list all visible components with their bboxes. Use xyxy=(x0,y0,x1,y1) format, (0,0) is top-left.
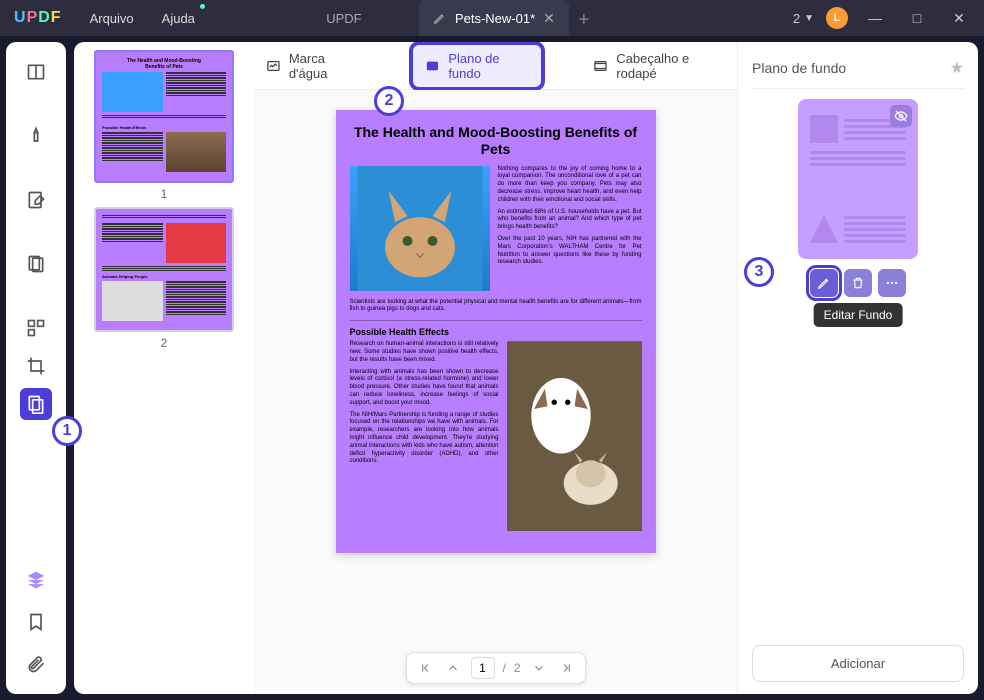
eye-off-icon xyxy=(894,109,908,123)
window-minimize[interactable]: — xyxy=(860,10,890,26)
sidebar-edit[interactable] xyxy=(20,184,52,216)
titlebar: UPDF Arquivo Ajuda UPDF Pets-New-01* ✕ ＋… xyxy=(0,0,984,36)
sidebar-form[interactable] xyxy=(20,312,52,344)
edit-tooltip: Editar Fundo xyxy=(814,303,903,327)
background-panel: Plano de fundo ★ xyxy=(738,42,978,694)
sidebar-attachment[interactable] xyxy=(20,648,52,680)
background-button[interactable]: Plano de fundo xyxy=(413,45,541,87)
doc-title: The Health and Mood-Boosting Benefits of… xyxy=(350,124,642,158)
page-view: The Health and Mood-Boosting Benefits of… xyxy=(336,110,656,553)
tab-document[interactable]: Pets-New-01* ✕ xyxy=(419,0,569,36)
watermark-icon xyxy=(266,58,281,74)
background-icon xyxy=(425,58,440,74)
sidebar-page-tools[interactable] xyxy=(20,388,52,420)
thumbnail-label: 1 xyxy=(161,187,168,201)
sidebar-layers[interactable] xyxy=(20,564,52,596)
pencil-icon xyxy=(817,276,831,290)
user-count[interactable]: 2 ▼ xyxy=(793,11,814,26)
delete-background-button[interactable] xyxy=(844,269,872,297)
more-icon xyxy=(885,276,899,290)
page-total: 2 xyxy=(514,661,521,675)
thumbnail-panel: The Health and Mood-BoostingBenefits of … xyxy=(74,42,254,694)
panel-title: Plano de fundo xyxy=(752,60,846,76)
edit-background-button[interactable] xyxy=(810,269,838,297)
prev-page-button[interactable] xyxy=(442,658,462,678)
next-page-button[interactable] xyxy=(529,658,549,678)
pencil-icon xyxy=(433,11,447,25)
page-navigator: / 2 xyxy=(405,652,585,684)
header-footer-button[interactable]: Cabeçalho e rodapé xyxy=(581,45,737,87)
menu-help[interactable]: Ajuda xyxy=(148,0,209,36)
thumbnail-page-2[interactable]: Animals Helping People 2 xyxy=(82,207,246,350)
doc-heading: Possible Health Effects xyxy=(350,327,642,337)
window-close[interactable]: ✕ xyxy=(944,10,974,27)
page-toolbar: Marca d'água Plano de fundo Cabeçalho e … xyxy=(254,42,737,90)
header-footer-icon xyxy=(593,58,608,74)
watermark-button[interactable]: Marca d'água xyxy=(254,45,373,87)
sidebar-crop[interactable] xyxy=(20,350,52,382)
sidebar-reader[interactable] xyxy=(20,56,52,88)
document-canvas[interactable]: The Health and Mood-Boosting Benefits of… xyxy=(254,90,737,694)
background-preview[interactable] xyxy=(798,99,918,259)
favorite-icon[interactable]: ★ xyxy=(950,58,964,78)
image-cat xyxy=(350,166,490,291)
more-background-button[interactable] xyxy=(878,269,906,297)
sidebar-comment[interactable] xyxy=(20,120,52,152)
tab-home[interactable]: UPDF xyxy=(269,0,419,36)
window-maximize[interactable]: □ xyxy=(902,10,932,26)
sidebar-organize[interactable] xyxy=(20,248,52,280)
trash-icon xyxy=(851,276,865,290)
visibility-toggle[interactable] xyxy=(890,105,912,127)
add-background-button[interactable]: Adicionar xyxy=(752,645,964,682)
last-page-button[interactable] xyxy=(557,658,577,678)
app-logo: UPDF xyxy=(0,9,76,27)
sidebar-bookmark[interactable] xyxy=(20,606,52,638)
thumbnail-page-1[interactable]: The Health and Mood-BoostingBenefits of … xyxy=(82,50,246,201)
tab-add-button[interactable]: ＋ xyxy=(569,0,599,36)
thumbnail-label: 2 xyxy=(161,336,168,350)
first-page-button[interactable] xyxy=(414,658,434,678)
user-avatar[interactable]: L xyxy=(826,7,848,29)
sidebar xyxy=(6,42,66,694)
page-separator: / xyxy=(502,661,505,675)
tab-close-icon[interactable]: ✕ xyxy=(543,10,555,27)
menu-file[interactable]: Arquivo xyxy=(76,0,148,36)
page-input[interactable] xyxy=(470,657,494,679)
image-dog-cat xyxy=(507,341,642,531)
